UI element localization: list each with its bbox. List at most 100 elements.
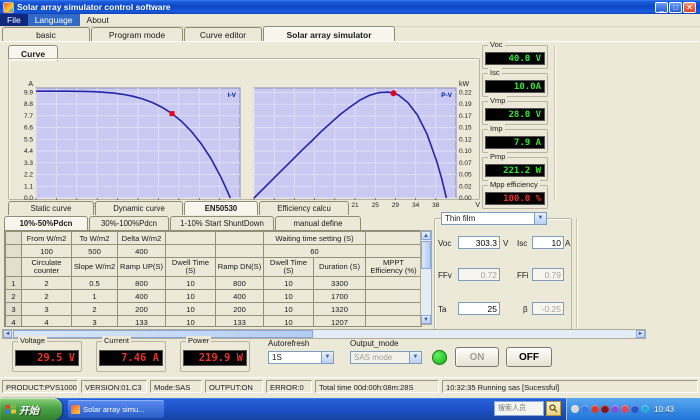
svg-text:0.07: 0.07	[459, 160, 472, 167]
tray-icon-6[interactable]	[631, 405, 639, 413]
close-button[interactable]: ✕	[683, 1, 696, 13]
menu-file[interactable]: File	[0, 14, 28, 26]
model-select[interactable]: Thin film ▼	[441, 212, 547, 225]
table-cell[interactable]: 10	[165, 302, 216, 316]
tabrow-mode-tab-efficiency-calcu[interactable]: Efficiency calcu	[259, 201, 349, 215]
maximize-button[interactable]: □	[669, 1, 682, 13]
tabrow-main-tab-program-mode[interactable]: Program mode	[91, 27, 183, 42]
table-cell: Slope W/m2	[71, 257, 118, 277]
table-cell[interactable]	[365, 289, 421, 303]
scroll-left-arrow[interactable]: ◄	[3, 330, 12, 338]
ffv-field[interactable]	[458, 268, 500, 281]
led-label: Pmp	[488, 152, 508, 161]
table-cell	[165, 231, 216, 245]
window-title: Solar array simulator control software	[17, 2, 171, 12]
table-cell[interactable]: 1320	[313, 302, 366, 316]
table-cell[interactable]: 400	[117, 289, 166, 303]
table-cell[interactable]: 400	[215, 289, 264, 303]
table-cell[interactable]	[365, 302, 421, 316]
table-cell[interactable]: 800	[215, 276, 264, 290]
table-cell[interactable]: 4	[5, 315, 22, 326]
tabrow-sub-tab-1-10-start-shuntdown[interactable]: 1-10% Start ShuntDown	[170, 216, 274, 230]
menu-about[interactable]: About	[80, 14, 116, 26]
status-bar: PRODUCT:PVS1000 VERSION:01.C3 Mode:SAS OUTP…	[0, 377, 700, 395]
tabrow-mode-tab-dynamic-curve[interactable]: Dynamic curve	[95, 201, 183, 215]
table-cell[interactable]: 1700	[313, 289, 366, 303]
panel-divider	[554, 45, 556, 200]
tabrow-sub-tab-30-100-pdcn[interactable]: 30%-100%Pdcn	[89, 216, 169, 230]
table-cell[interactable]: 2	[5, 289, 22, 303]
table-cell[interactable]: 10	[165, 276, 216, 290]
tabrow-main-tab-basic[interactable]: basic	[2, 27, 90, 42]
tray-icon-1[interactable]	[581, 405, 589, 413]
table-cell[interactable]: 3300	[313, 276, 366, 290]
table-cell[interactable]: 200	[117, 302, 166, 316]
title-bar[interactable]: Solar array simulator control software _…	[0, 0, 700, 14]
table-cell[interactable]	[365, 315, 421, 326]
tray-icon-2[interactable]	[591, 405, 599, 413]
table-cell[interactable]: 3	[71, 315, 118, 326]
tray-icon-7[interactable]	[641, 405, 649, 413]
table-cell[interactable]: 800	[117, 276, 166, 290]
voc-field[interactable]	[458, 236, 500, 249]
scroll-up-arrow[interactable]: ▲	[421, 231, 431, 240]
table-cell[interactable]: 10	[263, 276, 314, 290]
off-button[interactable]: OFF	[506, 347, 552, 367]
table-cell[interactable]: 1	[5, 276, 22, 290]
vscroll-thumb[interactable]	[421, 241, 431, 269]
tray-icon-3[interactable]	[601, 405, 609, 413]
svg-text:0.05: 0.05	[459, 172, 472, 179]
table-cell[interactable]: 10	[165, 289, 216, 303]
model-select-value: Thin film	[445, 214, 476, 223]
table-cell[interactable]: 10	[263, 289, 314, 303]
table-cell[interactable]: 200	[215, 302, 264, 316]
start-button[interactable]: 开始	[0, 398, 62, 420]
tray-icon-5[interactable]	[621, 405, 629, 413]
table-cell[interactable]: 133	[215, 315, 264, 326]
scroll-right-arrow[interactable]: ►	[636, 330, 645, 338]
table-cell[interactable]: 0.5	[71, 276, 118, 290]
output-mode-select[interactable]: SAS mode ▼	[350, 351, 422, 364]
chevron-down-icon[interactable]: ▼	[409, 352, 421, 363]
isc-field[interactable]	[532, 236, 564, 249]
hscroll-thumb[interactable]	[13, 330, 313, 338]
table-cell[interactable]: 10	[263, 302, 314, 316]
beta-field[interactable]	[532, 302, 564, 315]
tabrow-mode-tab-static-curve[interactable]: Static curve	[8, 201, 94, 215]
table-cell[interactable]: 1207	[313, 315, 366, 326]
autorefresh-select[interactable]: 1S ▼	[268, 351, 334, 364]
scroll-down-arrow[interactable]: ▼	[421, 315, 431, 324]
chevron-down-icon[interactable]: ▼	[534, 213, 546, 224]
tray-icon-0[interactable]	[571, 405, 579, 413]
search-icon[interactable]	[546, 401, 561, 416]
table-cell[interactable]: 2	[21, 276, 72, 290]
tray-icon-4[interactable]	[611, 405, 619, 413]
ffi-field[interactable]	[532, 268, 564, 281]
tabrow-main-tab-curve-editor[interactable]: Curve editor	[184, 27, 262, 42]
minimize-button[interactable]: _	[655, 1, 668, 13]
table-cell[interactable]: 2	[21, 289, 72, 303]
table-cell[interactable]: 4	[21, 315, 72, 326]
ta-field[interactable]	[458, 302, 500, 315]
table-cell[interactable]: 3	[5, 302, 22, 316]
svg-text:25: 25	[372, 202, 380, 209]
table-cell[interactable]: 3	[21, 302, 72, 316]
table-cell[interactable]: 133	[117, 315, 166, 326]
taskbar-search-input[interactable]: 搜索人员	[494, 401, 544, 416]
table-cell[interactable]: 10	[263, 315, 314, 326]
on-button[interactable]: ON	[455, 347, 499, 367]
menu-language[interactable]: Language	[27, 14, 80, 26]
table-cell[interactable]: 1	[71, 289, 118, 303]
chevron-down-icon[interactable]: ▼	[321, 352, 333, 363]
tabrow-main-tab-solar-array-simulator[interactable]: Solar array simulator	[263, 26, 395, 42]
table-cell[interactable]: 10	[165, 315, 216, 326]
led-value: 28.0 V	[485, 108, 545, 121]
table-cell[interactable]	[365, 276, 421, 290]
tabrow-sub-tab-10-50-pdcn[interactable]: 10%-50%Pdcn	[4, 216, 88, 230]
horizontal-scrollbar[interactable]: ◄ ►	[2, 329, 646, 339]
tabrow-mode-tab-en50530[interactable]: EN50530	[184, 201, 258, 215]
taskbar-item-solar-app[interactable]: Solar array simu...	[68, 400, 164, 418]
table-cell[interactable]: 2	[71, 302, 118, 316]
tabrow-sub-tab-manual-define[interactable]: manual define	[275, 216, 361, 230]
table-vertical-scrollbar[interactable]: ▲ ▼	[420, 230, 432, 325]
